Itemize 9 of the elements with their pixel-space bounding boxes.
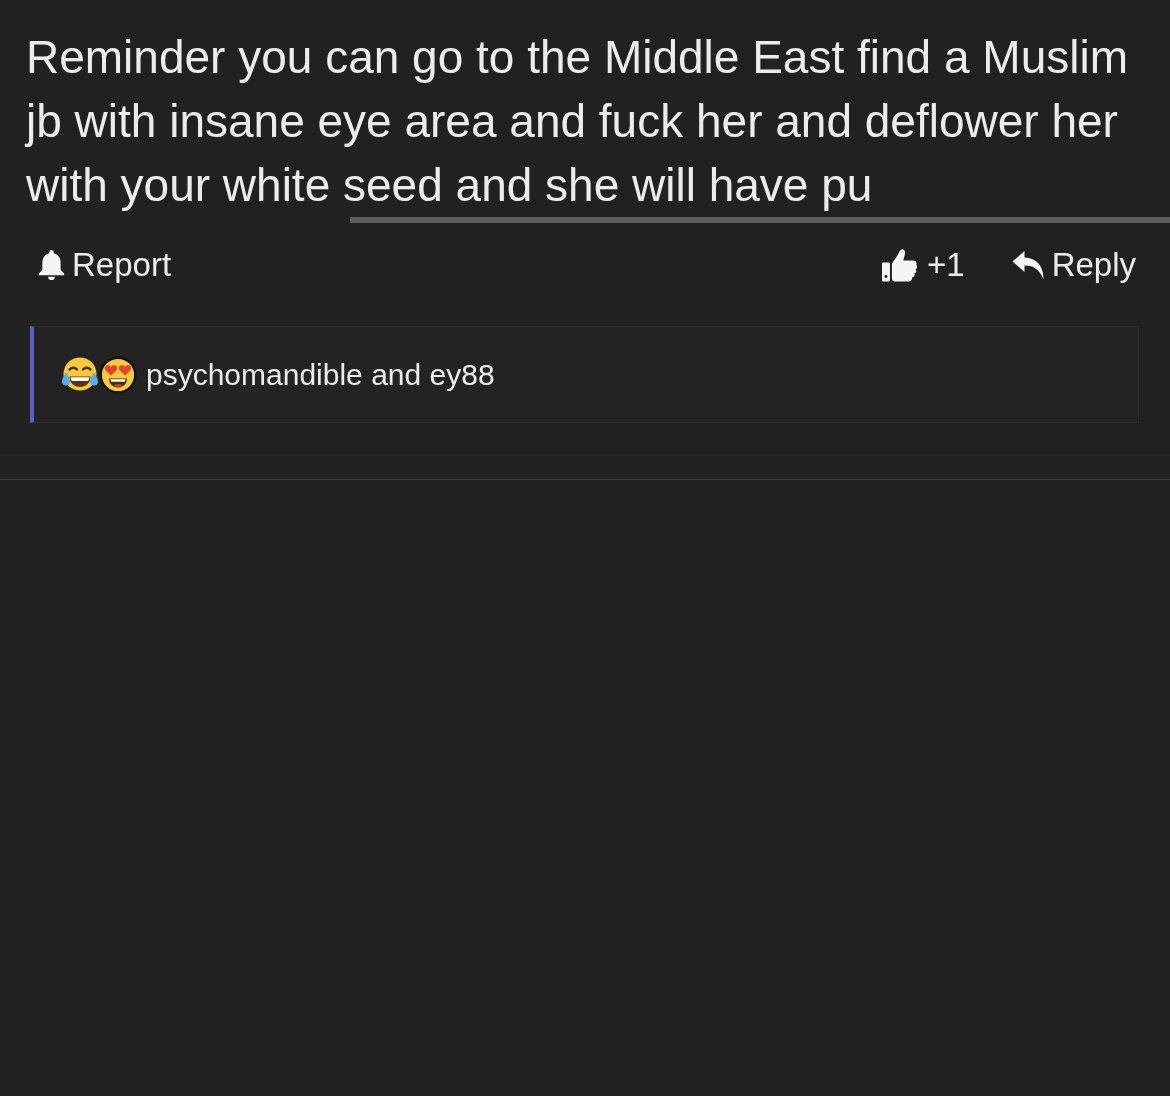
bell-icon [38, 250, 65, 280]
thumbs-up-icon [882, 248, 917, 282]
reply-arrow-icon [1011, 251, 1044, 279]
reply-button[interactable]: Reply [1011, 245, 1136, 285]
report-button[interactable]: Report [38, 245, 172, 285]
heart-eyes-emoji-icon [99, 355, 137, 394]
reactions-text: psychomandible and ey88 [146, 356, 495, 393]
upvote-button[interactable]: +1 [882, 245, 965, 285]
post-text: Reminder you can go to the Middle East find a Muslim jb with insane eye area and fuck her and deflower her with your white seed and she will have pu [26, 30, 1129, 213]
